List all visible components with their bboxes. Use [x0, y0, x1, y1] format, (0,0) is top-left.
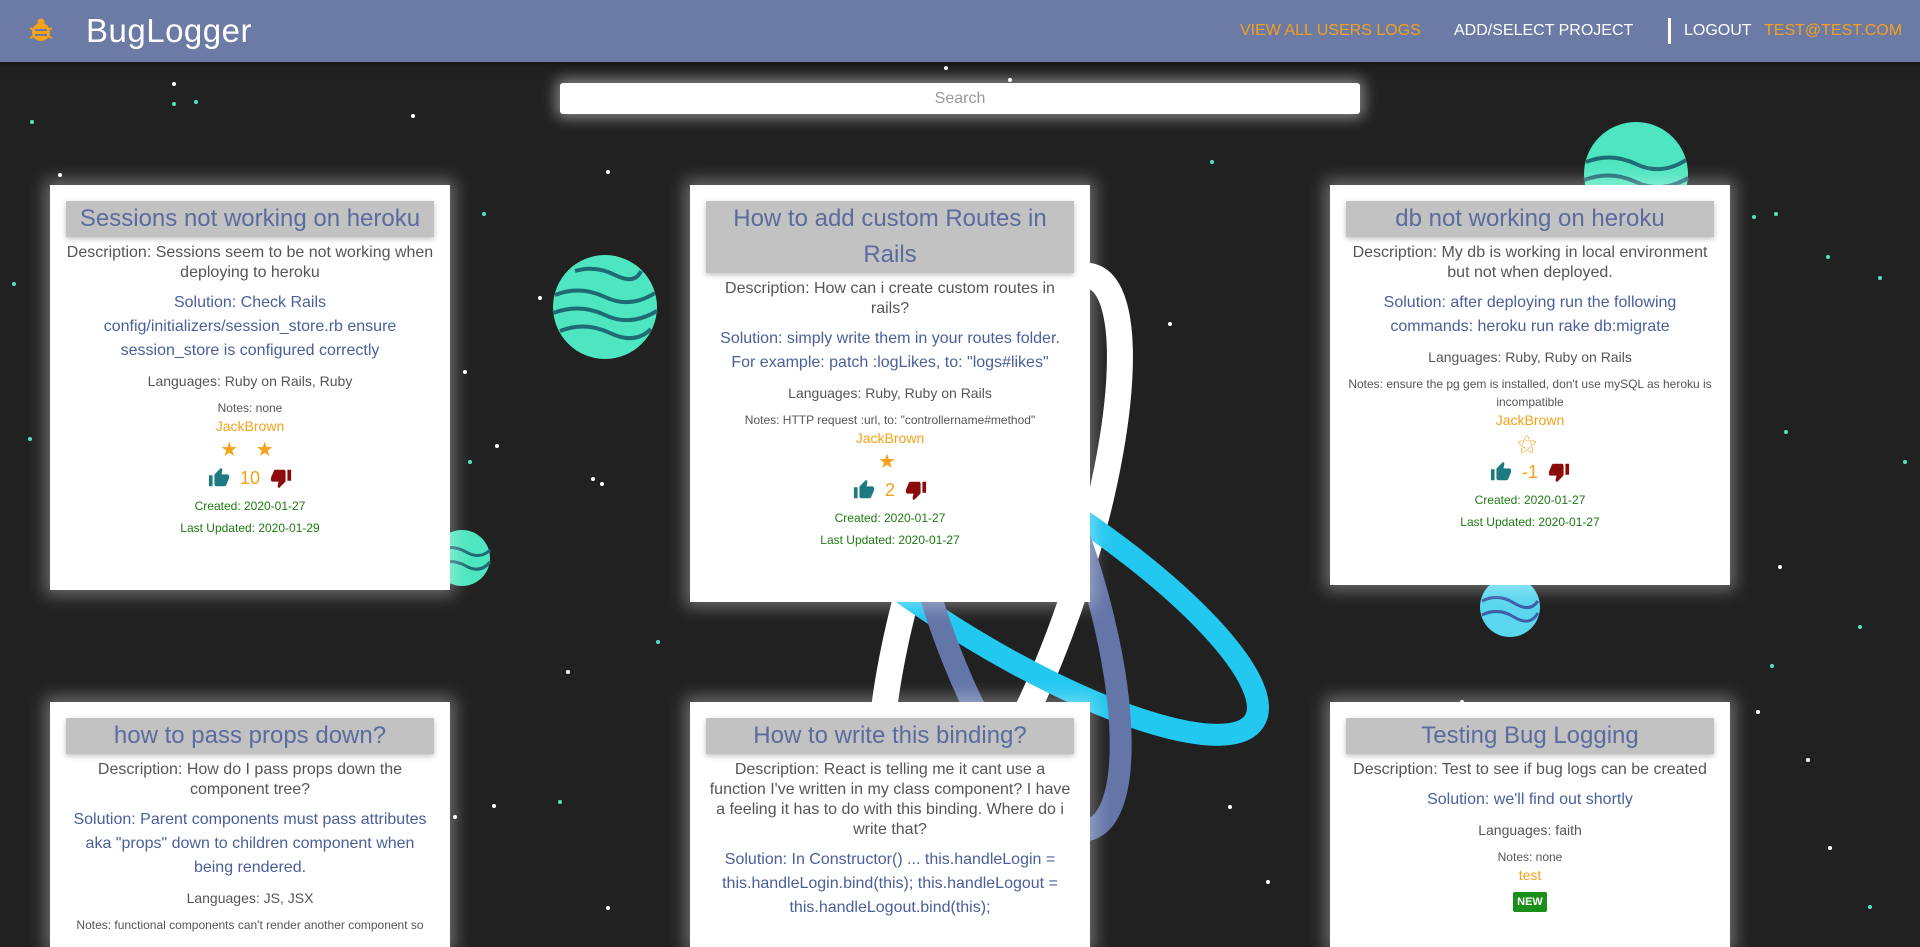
card-title[interactable]: Sessions not working on heroku [66, 201, 434, 237]
bug-log-card[interactable]: how to pass props down? Description: How… [50, 702, 450, 947]
vote-count: 2 [884, 479, 895, 500]
updated-date: Last Updated: 2020-01-29 [180, 521, 320, 535]
card-description: Description: How do I pass props down th… [97, 761, 403, 798]
star-rating: ★ ★ [220, 439, 280, 461]
card-notes: Notes: none [1497, 850, 1563, 864]
nav-divider [1668, 18, 1671, 44]
created-date: Created: 2020-01-27 [834, 511, 946, 525]
card-languages: Languages: Ruby on Rails, Ruby [147, 373, 353, 389]
card-author-link[interactable]: JackBrown [66, 417, 434, 435]
planet-blue [1480, 577, 1540, 637]
vote-controls: 2 [706, 479, 1074, 501]
card-languages: Languages: faith [1478, 822, 1582, 838]
bug-log-card[interactable]: How to add custom Routes in Rails Descri… [690, 185, 1090, 602]
card-languages: Languages: Ruby, Ruby on Rails [1428, 349, 1632, 365]
vote-count: -1 [1521, 461, 1538, 482]
star-rating: ★ [878, 451, 902, 473]
planet-left [552, 255, 659, 359]
bug-log-card[interactable]: How to write this binding? Description: … [690, 702, 1090, 947]
card-author-link[interactable]: JackBrown [1346, 411, 1714, 429]
card-notes: Notes: none [217, 401, 283, 415]
card-description: Description: My db is working in local e… [1352, 244, 1708, 281]
app-title[interactable]: BugLogger [86, 12, 252, 50]
updated-date: Last Updated: 2020-01-27 [820, 533, 960, 547]
nav-add-select-project[interactable]: ADD/SELECT PROJECT [1454, 22, 1633, 40]
card-title[interactable]: How to add custom Routes in Rails [706, 201, 1074, 273]
search-bar [560, 83, 1360, 114]
thumbs-up-icon[interactable] [1490, 461, 1512, 483]
created-date: Created: 2020-01-27 [194, 499, 306, 513]
updated-date: Last Updated: 2020-01-27 [1460, 515, 1600, 529]
bug-log-card[interactable]: Sessions not working on heroku Descripti… [50, 185, 450, 590]
search-input[interactable] [560, 83, 1360, 114]
card-languages: Languages: JS, JSX [186, 890, 314, 906]
thumbs-up-icon[interactable] [853, 479, 875, 501]
navbar: BugLogger VIEW ALL USERS LOGS ADD/SELECT… [0, 0, 1920, 62]
bug-log-card[interactable]: Testing Bug Logging Description: Test to… [1330, 702, 1730, 947]
new-badge: NEW [1513, 892, 1547, 912]
thumbs-down-icon[interactable] [270, 467, 292, 489]
card-description: Description: How can i create custom rou… [725, 280, 1055, 317]
card-notes: Notes: HTTP request :url, to: "controlle… [744, 413, 1036, 427]
thumbs-up-icon[interactable] [208, 467, 230, 489]
nav-view-all-logs[interactable]: VIEW ALL USERS LOGS [1240, 22, 1421, 40]
card-description: Description: React is telling me it cant… [709, 761, 1071, 838]
card-languages: Languages: Ruby, Ruby on Rails [788, 385, 992, 401]
card-solution: Solution: In Constructor() ... this.hand… [722, 851, 1058, 916]
card-author-link[interactable]: JackBrown [706, 429, 1074, 447]
nav-logout[interactable]: LOGOUT [1684, 22, 1752, 40]
vote-controls: -1 [1346, 461, 1714, 483]
card-solution: Solution: Check Rails config/initializer… [103, 294, 397, 359]
card-solution: Solution: after deploying run the follow… [1383, 294, 1677, 335]
thumbs-down-icon[interactable] [905, 479, 927, 501]
card-solution: Solution: simply write them in your rout… [720, 330, 1060, 371]
bug-icon[interactable] [26, 16, 56, 46]
thumbs-down-icon[interactable] [1548, 461, 1570, 483]
vote-controls: 10 [66, 467, 434, 489]
nav-user-email[interactable]: TEST@TEST.COM [1764, 22, 1902, 40]
card-notes: Notes: ensure the pg gem is installed, d… [1348, 377, 1712, 409]
star-rating: ⚝ [1517, 433, 1543, 455]
card-solution: Solution: we'll find out shortly [1427, 791, 1633, 808]
card-title[interactable]: How to write this binding? [706, 718, 1074, 754]
card-solution: Solution: Parent components must pass at… [73, 811, 427, 876]
card-description: Description: Test to see if bug logs can… [1353, 761, 1707, 778]
bug-log-card[interactable]: db not working on heroku Description: My… [1330, 185, 1730, 585]
card-title[interactable]: db not working on heroku [1346, 201, 1714, 237]
card-title[interactable]: Testing Bug Logging [1346, 718, 1714, 754]
card-title[interactable]: how to pass props down? [66, 718, 434, 754]
vote-count: 10 [239, 467, 261, 488]
card-notes: Notes: functional components can't rende… [76, 918, 424, 932]
card-author-link[interactable]: test [1346, 866, 1714, 884]
card-description: Description: Sessions seem to be not wor… [66, 244, 434, 281]
created-date: Created: 2020-01-27 [1474, 493, 1586, 507]
